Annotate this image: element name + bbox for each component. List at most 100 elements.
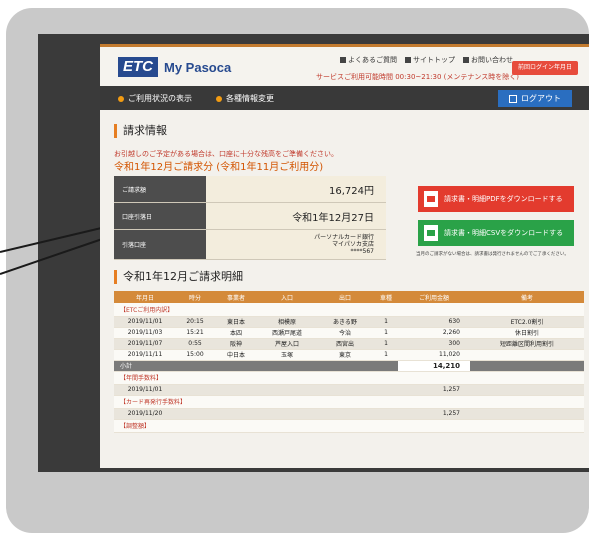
- nav-usage-label: ご利用状況の表示: [128, 94, 192, 103]
- square-bullet-icon: [463, 57, 469, 63]
- cell-time: 0:55: [176, 338, 214, 350]
- col-operator: 事業者: [214, 291, 258, 303]
- cell-amount: 1,257: [398, 384, 470, 396]
- download-csv-label: 請求書・明細CSVをダウンロードする: [444, 229, 564, 237]
- billing-amount-value: 16,724円: [206, 176, 386, 202]
- logo-etc-mark: ETC: [118, 57, 158, 77]
- subtotal-value: 14,210: [398, 360, 470, 372]
- cell-remarks: 休日割引: [470, 327, 584, 339]
- cell-operator: 阪神: [214, 338, 258, 350]
- nav-settings-label: 各種情報変更: [226, 94, 274, 103]
- col-vehicle: 車種: [374, 291, 398, 303]
- subtotal-remarks: [470, 360, 584, 372]
- square-bullet-icon: [405, 57, 411, 63]
- cell-entrance: 玉塚: [258, 349, 316, 361]
- nav-usage-status[interactable]: ご利用状況の表示: [118, 93, 192, 104]
- cell-time: 15:00: [176, 349, 214, 361]
- account-number: ****567: [350, 248, 374, 255]
- cell-empty: [176, 408, 398, 420]
- table-row: 2019/11/11 15:00 中日本 玉塚 東京 1 11,020: [114, 349, 584, 361]
- debit-date-row: 口座引落日 令和1年12月27日: [114, 203, 386, 230]
- cell-date: 2019/11/20: [114, 408, 176, 420]
- cell-remarks: [470, 408, 584, 420]
- logout-icon: [509, 94, 517, 103]
- category-row: 【ETCご利用内訳】: [114, 303, 584, 317]
- site-top-link[interactable]: サイトトップ: [405, 55, 455, 65]
- pdf-file-icon: [424, 191, 438, 207]
- cell-date: 2019/11/01: [114, 384, 176, 396]
- orange-dot-icon: [118, 95, 124, 102]
- header-links: よくあるご質問 サイトトップ お問い合わせ: [340, 55, 513, 65]
- cell-time: 15:21: [176, 327, 214, 339]
- cell-remarks: 短距離区間利用割引: [470, 338, 584, 350]
- branch-name: マイパソカ支店: [332, 241, 374, 248]
- table-row: 2019/11/03 15:21 本四 西瀬戸尾道 今治 1 2,260 休日割…: [114, 327, 584, 339]
- logout-button[interactable]: ログアウト: [498, 90, 572, 107]
- site-header: ETC My Pasoca よくあるご質問 サイトトップ お問い合わせ サービス…: [100, 44, 589, 86]
- col-entrance: 入口: [258, 291, 316, 303]
- download-csv-button[interactable]: 請求書・明細CSVをダウンロードする: [418, 220, 574, 246]
- col-time: 時分: [176, 291, 214, 303]
- cell-entrance: 西瀬戸尾道: [258, 327, 316, 339]
- main-nav: ご利用状況の表示 各種情報変更 ログアウト: [100, 86, 589, 110]
- category-row: 【調整額】: [114, 419, 584, 433]
- cell-exit: 東京: [316, 349, 374, 361]
- col-amount: ご利用金額: [398, 291, 470, 303]
- cell-amount: 2,260: [398, 327, 470, 339]
- cell-date: 2019/11/03: [114, 327, 176, 339]
- cell-date: 2019/11/11: [114, 349, 176, 361]
- cell-vehicle: 1: [374, 316, 398, 328]
- faq-link[interactable]: よくあるご質問: [340, 55, 397, 65]
- debit-date-value: 令和1年12月27日: [206, 203, 386, 229]
- billing-summary: ご請求額 16,724円 口座引落日 令和1年12月27日 引落口座 パーソナル…: [114, 176, 386, 260]
- cell-amount: 300: [398, 338, 470, 350]
- square-bullet-icon: [340, 57, 346, 63]
- table-row: 2019/11/01 20:15 東日本 相模原 あきる野 1 630 ETC2…: [114, 316, 584, 328]
- col-exit: 出口: [316, 291, 374, 303]
- billing-amount-row: ご請求額 16,724円: [114, 176, 386, 203]
- billing-info-title: 請求情報: [114, 124, 167, 138]
- nav-settings[interactable]: 各種情報変更: [216, 93, 274, 104]
- cell-exit: 西宮出: [316, 338, 374, 350]
- col-remarks: 備考: [470, 291, 584, 303]
- orange-dot-icon: [216, 95, 222, 102]
- cell-amount: 630: [398, 316, 470, 328]
- cell-vehicle: 1: [374, 327, 398, 339]
- table-header-row: 年月日 時分 事業者 入口 出口 車種 ご利用金額 備考: [114, 291, 584, 303]
- etc-usage-label: 【ETCご利用内訳】: [114, 303, 584, 317]
- etc-logo[interactable]: ETC My Pasoca: [118, 57, 231, 77]
- reissue-fee-label: 【カード再発行手数料】: [114, 395, 584, 409]
- cell-empty: [176, 384, 398, 396]
- table-row: 2019/11/20 1,257: [114, 408, 584, 420]
- download-pdf-button[interactable]: 請求書・明細PDFをダウンロードする: [418, 186, 574, 212]
- cell-date: 2019/11/01: [114, 316, 176, 328]
- cell-entrance: 相模原: [258, 316, 316, 328]
- cell-exit: 今治: [316, 327, 374, 339]
- login-history-button[interactable]: 前回ログイン年月日: [512, 61, 578, 75]
- cell-remarks: [470, 384, 584, 396]
- cell-operator: 東日本: [214, 316, 258, 328]
- logo-site-name: My Pasoca: [164, 59, 232, 75]
- category-row: 【カード再発行手数料】: [114, 395, 584, 409]
- debit-date-label: 口座引落日: [114, 203, 206, 229]
- contact-link[interactable]: お問い合わせ: [463, 55, 513, 65]
- cell-remarks: [470, 349, 584, 361]
- cell-operator: 本四: [214, 327, 258, 339]
- cell-vehicle: 1: [374, 338, 398, 350]
- cell-vehicle: 1: [374, 349, 398, 361]
- service-hours: サービスご利用可能時間 00:30~21:30 (メンテナンス時を除く): [316, 73, 519, 81]
- table-row: 2019/11/01 1,257: [114, 384, 584, 396]
- cell-operator: 中日本: [214, 349, 258, 361]
- cell-exit: あきる野: [316, 316, 374, 328]
- cell-entrance: 芦屋入口: [258, 338, 316, 350]
- bank-name: パーソナルカード銀行: [314, 234, 374, 241]
- detail-title: 令和1年12月ご請求明細: [114, 270, 243, 284]
- cell-amount: 1,257: [398, 408, 470, 420]
- table-row: 2019/11/07 0:55 阪神 芦屋入口 西宮出 1 300 短距離区間利…: [114, 338, 584, 350]
- logout-label: ログアウト: [521, 94, 561, 103]
- cell-remarks: ETC2.0割引: [470, 316, 584, 328]
- debit-account-label: 引落口座: [114, 230, 206, 259]
- download-note: 当月のご請求がない場合は、請求書は発行されませんのでご了承ください。: [416, 252, 569, 257]
- annual-fee-label: 【年間手数料】: [114, 371, 584, 385]
- subtotal-row: 小計 14,210: [114, 360, 584, 372]
